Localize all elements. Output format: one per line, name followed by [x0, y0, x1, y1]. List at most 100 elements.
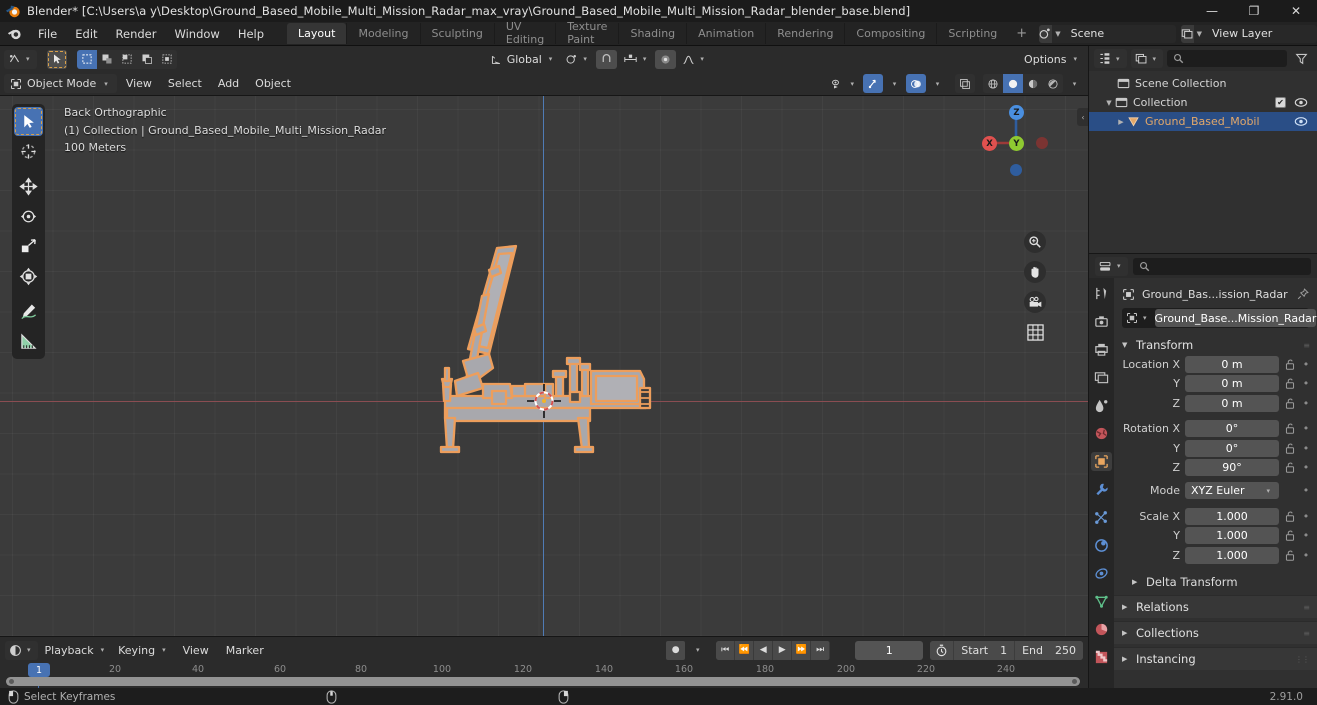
animate-rotation-mode-icon[interactable]: •	[1301, 484, 1311, 497]
panel-delta-transform-header[interactable]: ▶ Delta Transform	[1114, 572, 1317, 592]
tool-annotate[interactable]	[14, 297, 43, 326]
play-reverse-button[interactable]: ◀	[754, 640, 774, 660]
zoom-icon[interactable]	[1024, 231, 1046, 253]
gizmo-axis-y[interactable]: Y	[1009, 136, 1024, 151]
shading-material-icon[interactable]	[1023, 74, 1043, 93]
tool-transform[interactable]	[14, 262, 43, 291]
shading-solid-icon[interactable]	[1003, 74, 1023, 93]
animate-scale-x-icon[interactable]: •	[1301, 510, 1311, 523]
animate-rotation-z-icon[interactable]: •	[1301, 461, 1311, 474]
menu-window[interactable]: Window	[165, 24, 228, 44]
gizmo-axis-neg-z[interactable]	[1010, 164, 1022, 176]
outliner-filter-icon[interactable]	[1291, 49, 1312, 68]
menu-file[interactable]: File	[29, 24, 66, 44]
auto-keying-settings[interactable]: ▾	[688, 641, 707, 660]
tool-rotate[interactable]	[14, 202, 43, 231]
tool-cursor[interactable]	[14, 137, 43, 166]
proportional-falloff-selector[interactable]: ▾	[678, 50, 711, 69]
outliner-editor[interactable]: ▾ ▾ Scene Collection ▼ Collection ✔ ▶ Gr…	[1088, 46, 1317, 253]
visibility-selector[interactable]: ▾	[826, 74, 861, 93]
properties-search-input[interactable]	[1132, 257, 1311, 275]
add-workspace-button[interactable]: +	[1008, 26, 1035, 41]
tool-measure[interactable]	[14, 327, 43, 356]
properties-tab-object[interactable]	[1091, 452, 1112, 471]
blender-menu-icon[interactable]	[7, 26, 22, 41]
tab-animation[interactable]: Animation	[686, 23, 765, 44]
properties-tab-tool[interactable]	[1091, 284, 1112, 303]
tab-modeling[interactable]: Modeling	[346, 23, 419, 44]
tab-compositing[interactable]: Compositing	[844, 23, 936, 44]
close-button[interactable]: ✕	[1275, 0, 1317, 22]
gizmo-axis-x[interactable]: X	[982, 136, 997, 151]
play-button[interactable]: ▶	[773, 640, 793, 660]
camera-icon[interactable]	[1024, 291, 1046, 313]
menu-render[interactable]: Render	[107, 24, 166, 44]
lock-scale-z-icon[interactable]	[1284, 550, 1296, 561]
timeline-editor-type-selector[interactable]: ▾	[5, 640, 38, 660]
lock-scale-y-icon[interactable]	[1284, 530, 1296, 541]
collection-checkbox[interactable]: ✔	[1275, 97, 1286, 108]
grid-ortho-icon[interactable]	[1024, 321, 1046, 343]
properties-tab-particles[interactable]	[1091, 508, 1112, 527]
object-mode-selector[interactable]: Object Mode ▾	[4, 74, 117, 93]
radar-model-3d[interactable]	[0, 96, 1088, 636]
scene-selector[interactable]: ▼ Scene ⧉ ✕	[1039, 24, 1176, 43]
overlays-toggle-button[interactable]	[906, 74, 926, 93]
tab-scripting[interactable]: Scripting	[936, 23, 1008, 44]
lock-rotation-x-icon[interactable]	[1284, 423, 1296, 434]
tool-tweak-select-box[interactable]	[14, 107, 43, 136]
gizmo-settings-selector[interactable]: ▾	[885, 74, 904, 93]
timeline-menu-view[interactable]: View	[176, 644, 216, 657]
gizmo-axis-z[interactable]: Z	[1009, 105, 1024, 120]
tab-texture-paint[interactable]: Texture Paint	[555, 20, 618, 46]
object-name-field[interactable]: ▾ Ground_Base...Mission_Radar	[1122, 308, 1317, 328]
view-layer-selector[interactable]: ▼ View Layer ⧉ ✕	[1180, 24, 1317, 43]
proportional-editing-button[interactable]	[655, 49, 677, 69]
select-subtract-icon[interactable]	[116, 49, 137, 69]
timeline-playhead[interactable]: 1	[28, 663, 50, 677]
lock-rotation-y-icon[interactable]	[1284, 443, 1296, 454]
panel-relations-header[interactable]: ▶ Relations ≡	[1114, 595, 1317, 618]
properties-tab-scene[interactable]	[1091, 396, 1112, 415]
viewport-sidebar-toggle[interactable]: ‹	[1077, 108, 1088, 126]
end-frame-field[interactable]: End 250	[1015, 640, 1083, 660]
pivot-point-selector[interactable]: ▾	[561, 50, 594, 69]
jump-to-start-button[interactable]: ⏮	[716, 640, 736, 660]
outliner-editor-type-selector[interactable]: ▾	[1094, 49, 1127, 68]
active-tool-button[interactable]	[46, 49, 67, 69]
input-rotation-x[interactable]: 0°	[1185, 420, 1279, 437]
properties-tab-render[interactable]	[1091, 312, 1112, 331]
object-disclosure-icon[interactable]: ▶	[1115, 118, 1127, 126]
pin-icon[interactable]	[1297, 288, 1309, 300]
viewport-menu-object[interactable]: Object	[248, 77, 298, 90]
previous-keyframe-button[interactable]: ⏪	[735, 640, 755, 660]
tab-uv-editing[interactable]: UV Editing	[493, 20, 555, 46]
properties-tab-output[interactable]	[1091, 340, 1112, 359]
lock-location-y-icon[interactable]	[1284, 378, 1296, 389]
properties-tab-texture[interactable]	[1091, 648, 1112, 667]
properties-editor[interactable]: ▾ Ground_Bas...ission_Radar ▾ Ground_Bas…	[1088, 253, 1317, 688]
transform-orientation-selector[interactable]: Global ▾	[486, 50, 560, 69]
collection-disclosure-icon[interactable]: ▼	[1103, 99, 1115, 107]
viewport-options-button[interactable]: Options ▾	[1020, 50, 1084, 69]
gizmo-axis-neg-x[interactable]	[1036, 137, 1048, 149]
minimize-button[interactable]: —	[1191, 0, 1233, 22]
input-location-z[interactable]: 0 m	[1185, 394, 1279, 412]
panel-transform-header[interactable]: ▼ Transform ≡	[1114, 335, 1317, 355]
maximize-button[interactable]: ❐	[1233, 0, 1275, 22]
lock-location-z-icon[interactable]	[1284, 398, 1296, 409]
animate-location-y-icon[interactable]: •	[1301, 377, 1311, 390]
auto-keying-button[interactable]: ●	[666, 640, 686, 660]
properties-tab-material[interactable]	[1091, 620, 1112, 639]
timeline-editor[interactable]: ▾ Playback ▾ Keying ▾ View Marker ● ▾ ⏮ …	[0, 636, 1088, 689]
shading-rendered-icon[interactable]	[1043, 74, 1063, 93]
outliner-row-scene-collection[interactable]: Scene Collection	[1089, 74, 1317, 93]
outliner-row-collection[interactable]: ▼ Collection ✔	[1089, 93, 1317, 112]
menu-help[interactable]: Help	[229, 24, 273, 44]
next-keyframe-button[interactable]: ⏩	[792, 640, 812, 660]
input-rotation-z[interactable]: 90°	[1185, 459, 1279, 476]
editor-type-selector[interactable]: ▾	[4, 49, 37, 69]
timeline-menu-marker[interactable]: Marker	[219, 644, 271, 657]
panel-instancing-header[interactable]: ▶ Instancing ⋮⋮	[1114, 647, 1317, 670]
animate-location-z-icon[interactable]: •	[1301, 397, 1311, 410]
